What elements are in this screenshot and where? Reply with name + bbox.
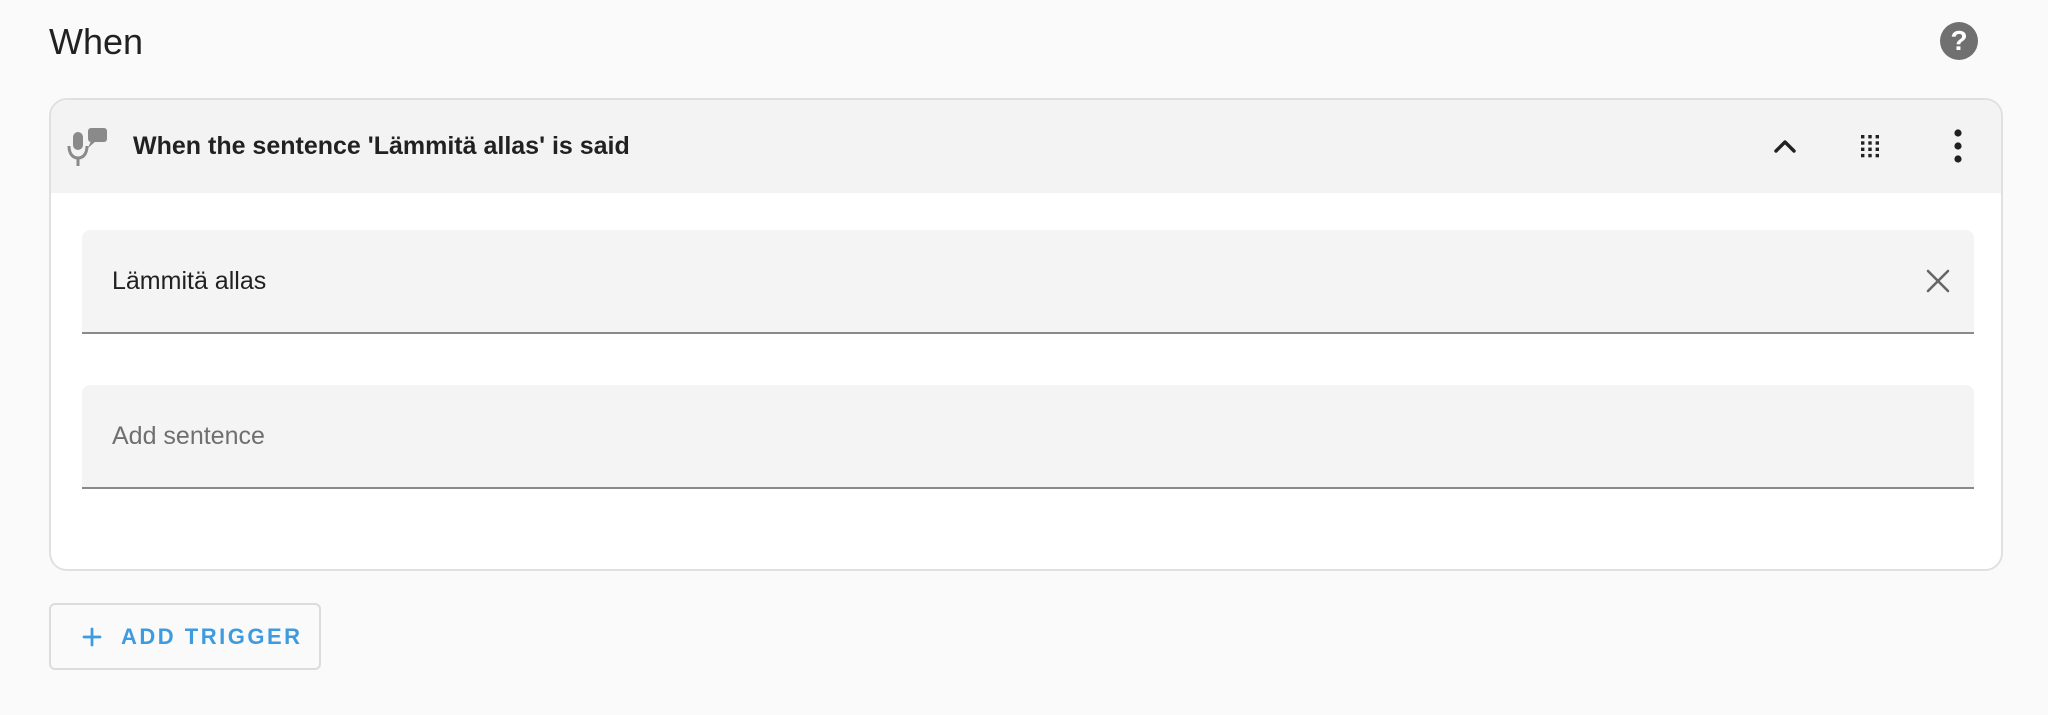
help-button[interactable]: ?	[1940, 22, 1978, 60]
chevron-up-icon	[1774, 140, 1796, 153]
trigger-title: When the sentence 'Lämmitä allas' is sai…	[133, 132, 630, 160]
sentence-field[interactable]: Lämmitä allas	[82, 230, 1974, 334]
sentence-value[interactable]: Lämmitä allas	[112, 230, 266, 332]
plus-icon	[81, 626, 103, 648]
add-sentence-field[interactable]	[82, 385, 1974, 489]
microphone-message-icon	[67, 126, 111, 170]
add-trigger-label: ADD TRIGGER	[121, 623, 303, 649]
dots-vertical-icon	[1954, 129, 1962, 163]
more-options-button[interactable]	[1934, 122, 1982, 170]
trigger-card: When the sentence 'Lämmitä allas' is sai…	[49, 98, 2003, 571]
drag-handle-button[interactable]	[1846, 122, 1894, 170]
add-sentence-input[interactable]	[112, 385, 1912, 487]
drag-handle-icon	[1861, 135, 1879, 158]
collapse-button[interactable]	[1761, 122, 1809, 170]
close-icon	[1926, 269, 1950, 293]
clear-sentence-button[interactable]	[1915, 258, 1961, 304]
trigger-card-header[interactable]: When the sentence 'Lämmitä allas' is sai…	[51, 100, 2001, 193]
add-trigger-button[interactable]: ADD TRIGGER	[49, 603, 321, 670]
help-circle-icon: ?	[1950, 25, 1968, 56]
section-title: When	[49, 21, 144, 62]
